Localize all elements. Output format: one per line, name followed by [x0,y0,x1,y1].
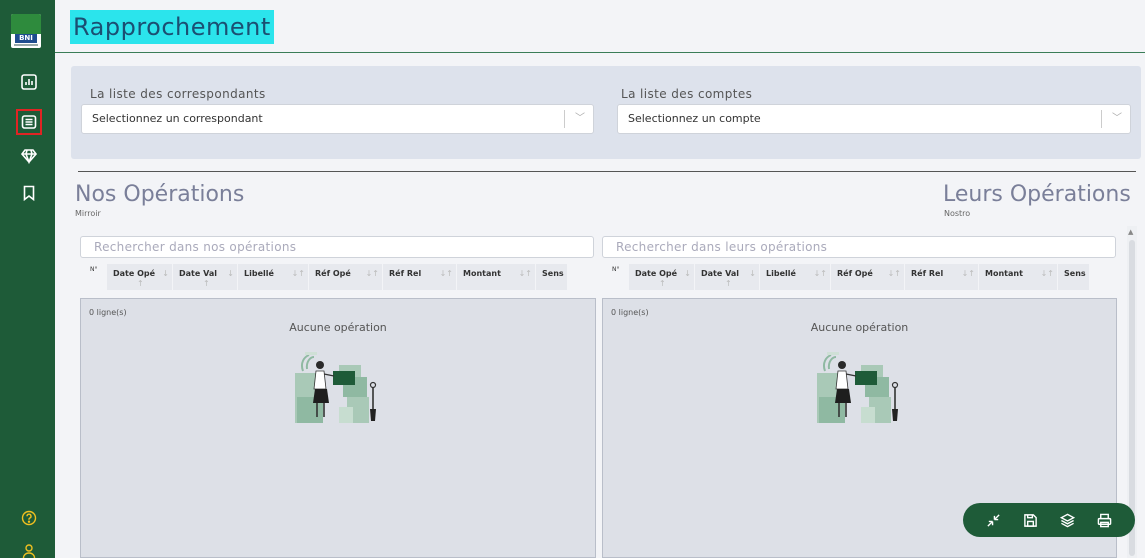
column-header-montant[interactable]: Montant ↓↑ [457,264,535,290]
layers-button[interactable] [1058,510,1078,530]
compte-select-value: Selectionnez un compte [628,112,761,125]
column-header-num: N° [612,266,620,273]
row-count: 0 ligne(s) [611,308,649,317]
column-header-libelle[interactable]: Libellé ↓↑ [760,264,830,290]
scroll-up-icon[interactable]: ▲ [1128,228,1133,236]
nos-operations-header: N° Date Opé ↓ ↑ Date Val ↓ ↑ Libellé ↓↑ Réf O… [84,264,568,290]
section-divider [78,171,1136,172]
list-icon [21,115,37,129]
row-count: 0 ligne(s) [89,308,127,317]
correspondant-select[interactable]: Selectionnez un correspondant ﹀ [81,104,594,134]
correspondants-label: La liste des correspondants [90,87,266,101]
print-icon [1097,513,1112,527]
correspondant-select-value: Selectionnez un correspondant [92,112,263,125]
print-button[interactable] [1095,510,1115,530]
save-button[interactable] [1021,510,1041,530]
column-header-ref-ope[interactable]: Réf Opé ↓↑ [309,264,382,290]
column-header-montant[interactable]: Montant ↓↑ [979,264,1057,290]
bookmark-nav-button[interactable] [16,180,42,206]
help-button[interactable] [16,505,42,531]
column-header-libelle[interactable]: Libellé ↓↑ [238,264,308,290]
compte-select[interactable]: Selectionnez un compte ﹀ [617,104,1131,134]
bookmark-icon [23,185,35,201]
save-icon [1024,513,1037,527]
leurs-operations-title: Leurs Opérations [943,182,1131,207]
column-header-date-ope[interactable]: Date Opé ↓ ↑ [107,264,172,290]
nostro-subtitle: Nostro [944,209,971,218]
user-button[interactable] [16,538,42,558]
empty-state-illustration [295,352,377,423]
collapse-button[interactable] [984,510,1004,530]
column-header-sens[interactable]: Sens [1058,264,1089,290]
column-header-ref-rel[interactable]: Réf Rel ↓↑ [383,264,456,290]
mirroir-subtitle: Mirroir [75,209,101,218]
column-header-date-ope[interactable]: Date Opé ↓ ↑ [629,264,694,290]
bni-logo: BNI [11,14,41,48]
column-header-ref-ope[interactable]: Réf Opé ↓↑ [831,264,904,290]
leurs-operations-search-input[interactable]: Rechercher dans leurs opérations [602,236,1116,258]
chevron-down-icon: ﹀ [1112,113,1122,124]
chevron-down-icon: ﹀ [575,113,585,124]
page-title: Rapprochement [70,10,274,44]
column-header-sens[interactable]: Sens [536,264,567,290]
empty-message: Aucune opération [289,321,387,334]
nos-operations-table: 0 ligne(s) Aucune opération [80,298,596,558]
comptes-label: La liste des comptes [621,87,753,101]
header-divider [55,52,1145,53]
collapse-icon [987,513,1000,527]
column-header-date-val[interactable]: Date Val ↓ ↑ [173,264,237,290]
help-icon [21,510,37,526]
dashboard-nav-button[interactable] [16,69,42,95]
user-icon [22,544,36,558]
diamond-nav-button[interactable] [16,143,42,169]
nos-operations-search-input[interactable]: Rechercher dans nos opérations [80,236,594,258]
layers-icon [1060,513,1075,527]
selector-panel: La liste des correspondants Selectionnez… [71,66,1141,159]
floating-toolbar [963,503,1135,537]
empty-state-illustration [817,352,899,423]
column-header-num: N° [90,266,98,273]
nos-operations-title: Nos Opérations [75,182,245,207]
bar-chart-icon [21,74,37,90]
empty-message: Aucune opération [810,321,909,334]
sidebar: BNI [0,0,55,558]
leurs-operations-header: N° Date Opé ↓ ↑ Date Val ↓ ↑ Libellé ↓↑ Réf O… [606,264,1090,290]
rapprochement-nav-button[interactable] [16,109,42,135]
diamond-icon [21,149,37,164]
column-header-date-val[interactable]: Date Val ↓ ↑ [695,264,759,290]
column-header-ref-rel[interactable]: Réf Rel ↓↑ [905,264,978,290]
